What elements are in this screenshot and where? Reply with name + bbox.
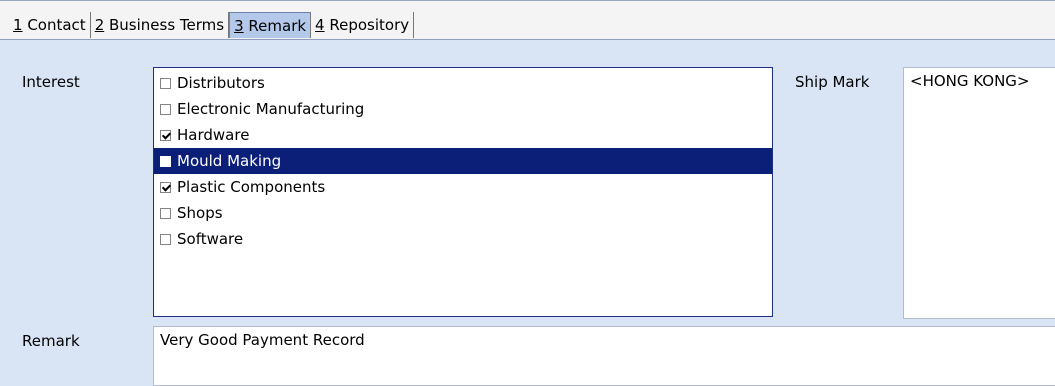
checkbox[interactable] <box>160 181 171 193</box>
checkbox[interactable] <box>160 77 171 89</box>
tab-label: Remark <box>243 16 307 35</box>
tab-mnemonic: 4 <box>315 16 325 34</box>
tab-mnemonic: 1 <box>13 16 23 34</box>
tab-label: Business Terms <box>104 16 225 34</box>
interest-listbox[interactable]: Distributors Electronic Manufacturing Ha… <box>153 67 773 317</box>
list-item-label: Shops <box>177 204 223 222</box>
remark-field[interactable]: Very Good Payment Record <box>153 326 1055 386</box>
list-item-label: Mould Making <box>177 152 282 170</box>
checkbox[interactable] <box>160 207 171 219</box>
list-item-mould-making[interactable]: Mould Making <box>154 148 772 174</box>
list-item-distributors[interactable]: Distributors <box>154 70 772 96</box>
list-item-software[interactable]: Software <box>154 226 772 252</box>
checkbox[interactable] <box>160 129 171 141</box>
tab-mnemonic: 2 <box>94 16 105 34</box>
tab-remark[interactable]: 3 Remark <box>229 12 312 38</box>
list-item-label: Software <box>177 230 244 248</box>
list-item-label: Electronic Manufacturing <box>177 100 365 118</box>
tab-mnemonic: 3 <box>234 16 244 35</box>
list-item-shops[interactable]: Shops <box>154 200 772 226</box>
tab-business-terms[interactable]: 2 Business Terms <box>91 12 230 38</box>
ship-mark-value: <HONG KONG> <box>910 72 1030 90</box>
tab-bar: 1 Contact 2 Business Terms 3 Remark 4 Re… <box>0 0 1055 40</box>
checkbox[interactable] <box>160 233 171 245</box>
tabs-row: 1 Contact 2 Business Terms 3 Remark 4 Re… <box>9 12 415 38</box>
list-item-label: Distributors <box>177 74 265 92</box>
checkbox[interactable] <box>160 155 171 167</box>
list-item-label: Plastic Components <box>177 178 326 196</box>
ship-mark-label: Ship Mark <box>795 73 870 91</box>
checkbox[interactable] <box>160 103 171 115</box>
tab-label: Contact <box>22 16 86 34</box>
list-item-label: Hardware <box>177 126 250 144</box>
list-item-electronic-manufacturing[interactable]: Electronic Manufacturing <box>154 96 772 122</box>
list-item-plastic-components[interactable]: Plastic Components <box>154 174 772 200</box>
list-item-hardware[interactable]: Hardware <box>154 122 772 148</box>
ship-mark-field[interactable]: <HONG KONG> <box>903 67 1055 319</box>
tab-label: Repository <box>324 16 410 34</box>
tab-repository[interactable]: 4 Repository <box>311 12 415 38</box>
remark-label: Remark <box>22 332 80 350</box>
remark-value: Very Good Payment Record <box>160 331 365 349</box>
tab-contact[interactable]: 1 Contact <box>9 12 91 38</box>
interest-label: Interest <box>22 73 80 91</box>
